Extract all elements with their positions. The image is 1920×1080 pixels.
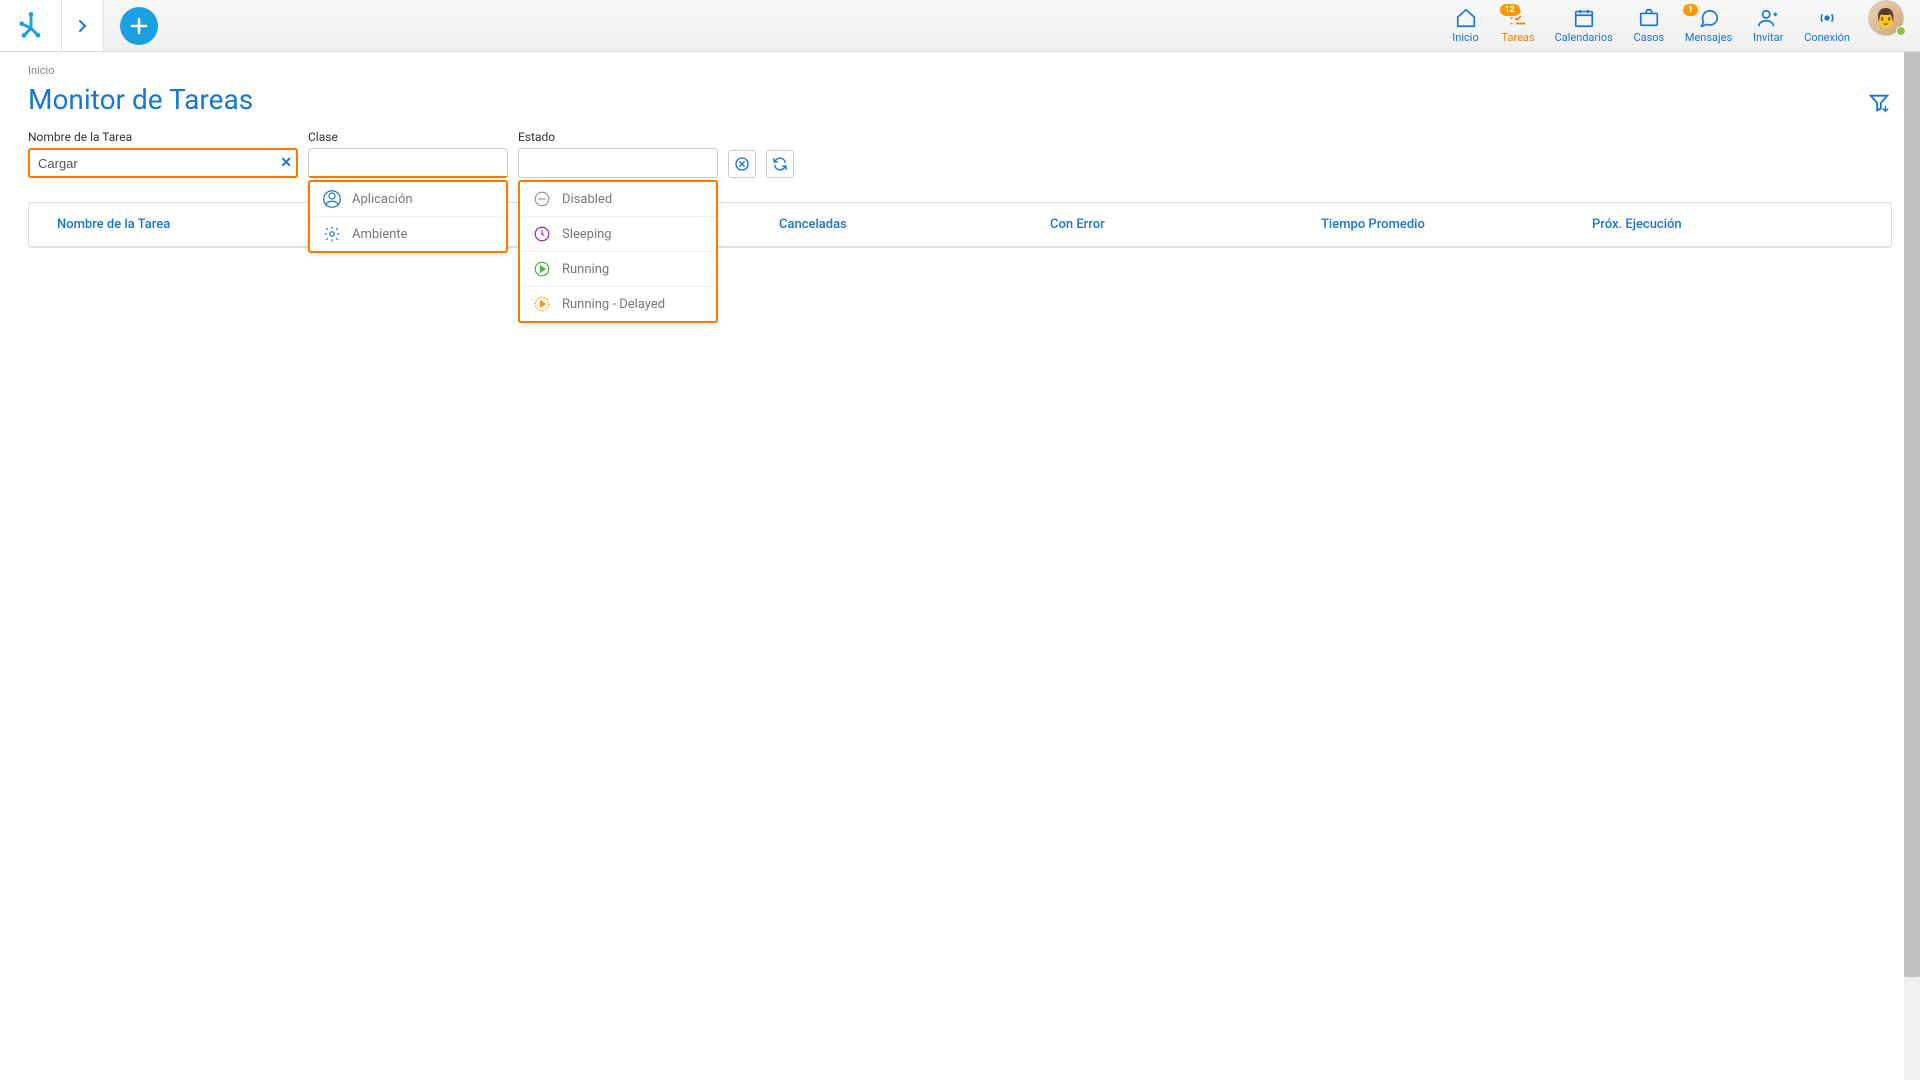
clear-nombre-button[interactable]: ✕ xyxy=(280,155,292,171)
nav-casos[interactable]: Casos xyxy=(1623,0,1675,51)
filter-label: Estado xyxy=(518,130,718,144)
mensajes-badge: 1 xyxy=(1683,4,1698,16)
estado-option-running[interactable]: Running xyxy=(520,252,716,287)
clase-dropdown: Aplicación Ambiente xyxy=(308,180,508,253)
estado-dropdown: Disabled Sleeping Running Running - Dela… xyxy=(518,180,718,323)
user-avatar[interactable]: 👨 xyxy=(1868,0,1904,36)
estado-option-disabled[interactable]: Disabled xyxy=(520,182,716,217)
nav-calendarios[interactable]: Calendarios xyxy=(1545,0,1623,51)
clase-option-ambiente[interactable]: Ambiente xyxy=(310,217,506,251)
option-label: Disabled xyxy=(562,192,612,207)
nav-label: Conexión xyxy=(1804,31,1850,44)
option-label: Running xyxy=(562,262,609,277)
clear-icon xyxy=(734,156,750,172)
refresh-button[interactable] xyxy=(766,150,794,178)
page-title: Monitor de Tareas xyxy=(28,83,1892,116)
calendar-icon xyxy=(1573,7,1595,29)
sleeping-icon xyxy=(532,224,552,244)
running-delayed-icon xyxy=(532,294,552,314)
app-logo[interactable] xyxy=(0,0,62,51)
th-tiempo[interactable]: Tiempo Promedio xyxy=(1321,217,1592,232)
filter-label: Nombre de la Tarea xyxy=(28,130,298,144)
header-left xyxy=(0,0,158,51)
nav-label: Inicio xyxy=(1452,31,1478,44)
filter-estado: Estado Disabled Sleeping Running xyxy=(518,130,718,178)
option-label: Aplicación xyxy=(352,192,413,207)
option-label: Sleeping xyxy=(562,227,612,242)
filter-toggle-button[interactable] xyxy=(1868,92,1890,118)
nav-label: Invitar xyxy=(1753,31,1783,44)
option-label: Ambiente xyxy=(352,227,408,242)
briefcase-icon xyxy=(1638,7,1660,29)
nav-inicio[interactable]: Inicio xyxy=(1440,0,1492,51)
filter-clase: Clase Aplicación Ambiente xyxy=(308,130,508,178)
filter-label: Clase xyxy=(308,130,508,144)
estado-option-running-delayed[interactable]: Running - Delayed xyxy=(520,287,716,321)
nav-invitar[interactable]: Invitar xyxy=(1742,0,1794,51)
estado-input[interactable] xyxy=(518,148,718,178)
nav-conexion[interactable]: Conexión xyxy=(1794,0,1860,51)
filter-bar: Nombre de la Tarea ✕ Clase Aplicación Am… xyxy=(28,130,1892,178)
estado-option-sleeping[interactable]: Sleeping xyxy=(520,217,716,252)
input-wrap: ✕ xyxy=(28,148,298,178)
nav-label: Mensajes xyxy=(1685,31,1732,44)
nav-label: Calendarios xyxy=(1555,31,1613,44)
filter-nombre: Nombre de la Tarea ✕ xyxy=(28,130,298,178)
plus-icon xyxy=(129,16,149,36)
tareas-badge: 12 xyxy=(1500,4,1520,16)
th-prox[interactable]: Próx. Ejecución xyxy=(1592,217,1863,232)
page-content: Inicio Monitor de Tareas Nombre de la Ta… xyxy=(0,52,1920,1080)
chevron-right-icon xyxy=(78,19,88,33)
app-header: Inicio 12 Tareas Calendarios Casos 1 Men… xyxy=(0,0,1920,52)
user-icon xyxy=(322,189,342,209)
header-nav: Inicio 12 Tareas Calendarios Casos 1 Men… xyxy=(1440,0,1920,51)
scrollbar[interactable] xyxy=(1904,52,1920,1080)
logo-icon xyxy=(17,12,45,40)
th-error[interactable]: Con Error xyxy=(1050,217,1321,232)
gear-icon xyxy=(322,224,342,244)
clase-input[interactable] xyxy=(308,148,508,178)
add-button[interactable] xyxy=(120,7,158,45)
nav-tareas[interactable]: 12 Tareas xyxy=(1492,0,1545,51)
nombre-input[interactable] xyxy=(28,148,298,178)
invite-icon xyxy=(1757,7,1779,29)
input-wrap xyxy=(518,148,718,178)
expand-sidebar-button[interactable] xyxy=(62,0,104,51)
clear-filters-button[interactable] xyxy=(728,150,756,178)
nav-mensajes[interactable]: 1 Mensajes xyxy=(1675,0,1742,51)
messages-icon xyxy=(1698,7,1720,29)
scrollbar-thumb[interactable] xyxy=(1904,52,1920,977)
status-indicator xyxy=(1896,26,1906,36)
nav-label: Casos xyxy=(1633,31,1664,44)
home-icon xyxy=(1455,7,1477,29)
refresh-icon xyxy=(772,156,788,172)
disabled-icon xyxy=(532,189,552,209)
filter-icon xyxy=(1868,92,1890,114)
option-label: Running - Delayed xyxy=(562,297,665,312)
breadcrumb[interactable]: Inicio xyxy=(28,64,1892,77)
connection-icon xyxy=(1816,7,1838,29)
nav-label: Tareas xyxy=(1502,31,1535,44)
clase-option-aplicacion[interactable]: Aplicación xyxy=(310,182,506,217)
input-wrap xyxy=(308,148,508,178)
running-icon xyxy=(532,259,552,279)
